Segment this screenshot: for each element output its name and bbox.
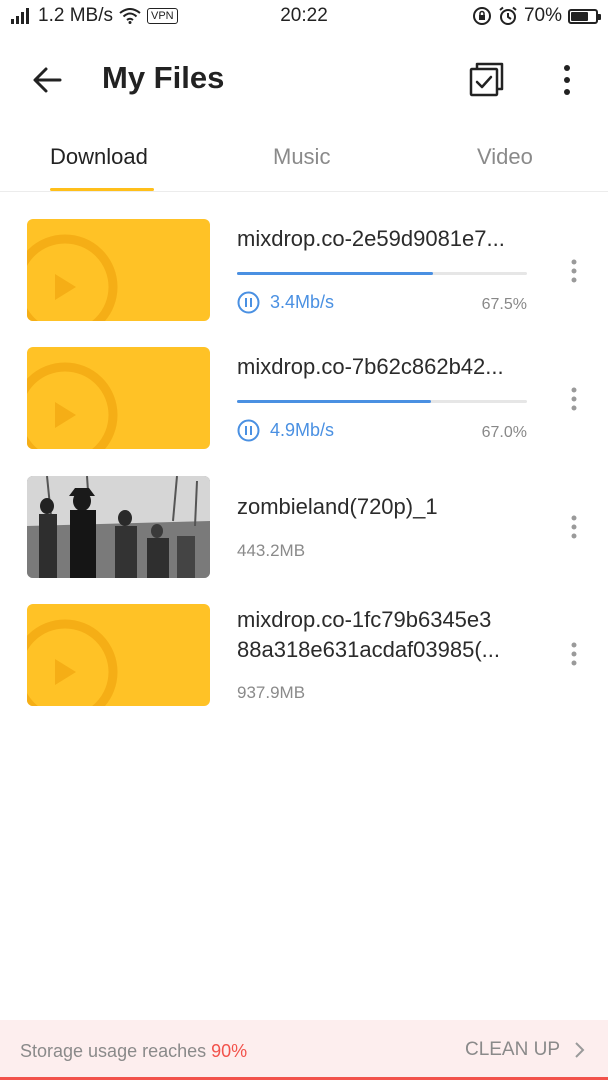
- multi-select-button[interactable]: [468, 60, 506, 98]
- arrow-left-icon: [33, 67, 62, 93]
- video-thumbnail: [27, 347, 210, 449]
- file-name-line-2: 88a318e631acdaf03985(...: [237, 637, 501, 662]
- tab-video[interactable]: Video: [477, 144, 533, 170]
- alarm-icon: [499, 6, 517, 25]
- more-vertical-icon: [571, 387, 577, 411]
- clean-up-label: CLEAN UP: [464, 1039, 560, 1060]
- progress-fill: [237, 272, 433, 275]
- battery-percent: 70%: [523, 5, 562, 26]
- more-vertical-icon: [571, 259, 577, 283]
- download-percent: 67.0%: [481, 424, 527, 441]
- download-item-2[interactable]: mixdrop.co-7b62c862b42... 4.9Mb/s 67.0%: [0, 347, 608, 457]
- clean-up-button[interactable]: CLEAN UP: [465, 1039, 586, 1061]
- progress-fill: [237, 400, 432, 403]
- file-name: mixdrop.co-7b62c862b42...: [237, 354, 504, 379]
- play-placeholder-icon: [27, 362, 118, 449]
- file-name-line-1: mixdrop.co-1fc79b6345e3: [237, 607, 492, 632]
- page-title: My Files: [102, 60, 225, 95]
- video-frame-thumbnail: [27, 476, 210, 578]
- chevron-right-icon: [575, 1042, 585, 1058]
- battery-icon: [568, 8, 601, 24]
- select-all-icon: [469, 62, 504, 97]
- status-right: 70%: [472, 5, 601, 27]
- tab-bar: Download Music Video: [0, 130, 608, 192]
- download-item-3[interactable]: zombieland(720p)_1 443.2MB: [0, 476, 608, 586]
- progress-bar: [237, 272, 527, 275]
- item-menu-button[interactable]: [562, 257, 586, 287]
- video-frame-image: [27, 476, 210, 578]
- video-thumbnail: [27, 219, 210, 321]
- rotation-lock-icon: [472, 7, 491, 25]
- file-size: 443.2MB: [237, 541, 306, 560]
- tab-music[interactable]: Music: [273, 144, 330, 170]
- download-speed: 4.9Mb/s: [270, 420, 335, 440]
- item-menu-button[interactable]: [562, 385, 586, 415]
- item-menu-button[interactable]: [562, 513, 586, 543]
- download-speed: 3.4Mb/s: [270, 292, 335, 312]
- video-thumbnail: [27, 604, 210, 706]
- download-status: 4.9Mb/s: [237, 419, 334, 442]
- file-name: mixdrop.co-2e59d9081e7...: [237, 226, 505, 251]
- download-percent: 67.5%: [481, 296, 527, 313]
- storage-warning-banner: Storage usage reaches 90% CLEAN UP: [0, 1020, 608, 1080]
- download-item-1[interactable]: mixdrop.co-2e59d9081e7... 3.4Mb/s 67.5%: [0, 219, 608, 329]
- item-menu-button[interactable]: [562, 640, 586, 670]
- back-button[interactable]: [28, 60, 68, 100]
- file-size: 937.9MB: [237, 683, 306, 702]
- status-bar: 1.2 MB/s VPN 20:22 70%: [0, 0, 608, 34]
- storage-percent: 90%: [211, 1041, 248, 1061]
- more-vertical-icon: [564, 65, 570, 95]
- battery-fill: [571, 11, 588, 21]
- more-vertical-icon: [571, 642, 577, 666]
- active-tab-indicator: [50, 188, 154, 191]
- pause-icon[interactable]: [237, 291, 260, 314]
- download-item-4[interactable]: mixdrop.co-1fc79b6345e3 88a318e631acdaf0…: [0, 604, 608, 714]
- tab-download[interactable]: Download: [50, 144, 148, 170]
- storage-warning-label: Storage usage reaches: [20, 1041, 212, 1061]
- pause-icon[interactable]: [237, 419, 260, 442]
- file-name: zombieland(720p)_1: [237, 494, 438, 519]
- app-bar: My Files: [0, 42, 608, 118]
- play-placeholder-icon: [27, 619, 118, 706]
- storage-warning-text: Storage usage reaches 90%: [20, 1041, 247, 1062]
- progress-bar: [237, 400, 527, 403]
- download-status: 3.4Mb/s: [237, 291, 334, 314]
- more-vertical-icon: [571, 515, 577, 539]
- play-placeholder-icon: [27, 234, 118, 321]
- more-options-button[interactable]: [552, 60, 582, 100]
